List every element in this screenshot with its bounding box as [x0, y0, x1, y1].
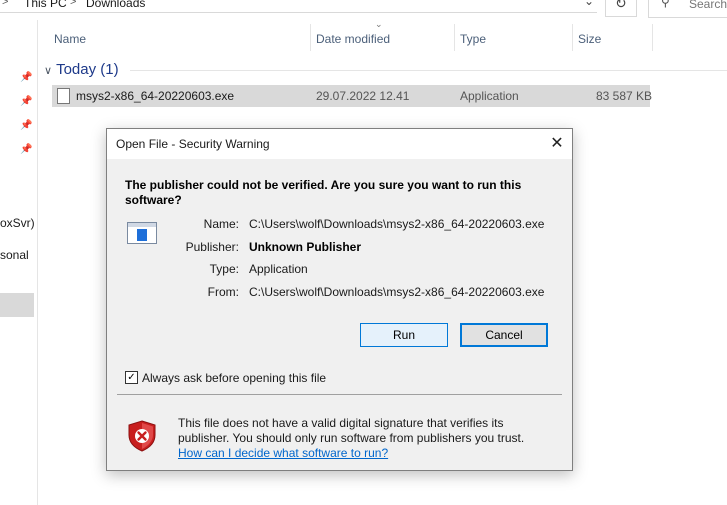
field-label-publisher: Publisher: [185, 240, 239, 254]
file-size: 83 587 KB [596, 89, 653, 103]
breadcrumb-separator: > [70, 0, 77, 8]
file-name: msys2-x86_64-20220603.exe [76, 89, 235, 103]
file-icon [57, 88, 70, 104]
always-ask-label[interactable]: Always ask before opening this file [142, 371, 326, 385]
group-header-today[interactable]: ∨ Today (1) [44, 61, 119, 78]
refresh-icon: ↻ [615, 0, 627, 11]
field-label-name: Name: [203, 217, 239, 231]
field-value-from: C:\Users\wolf\Downloads\msys2-x86_64-202… [249, 285, 545, 299]
file-type: Application [460, 89, 519, 103]
nav-item[interactable]: oxSvr) [0, 216, 35, 230]
group-divider [130, 70, 727, 71]
security-warning-dialog: Open File - Security Warning ✕ The publi… [106, 128, 573, 471]
breadcrumb-downloads[interactable]: Downloads [86, 0, 145, 10]
search-box[interactable]: ⚲ Search [648, 0, 727, 18]
file-date: 29.07.2022 12.41 [316, 89, 410, 103]
column-header-name[interactable]: Name [48, 24, 310, 52]
warning-text: This file does not have a valid digital … [178, 416, 525, 445]
cancel-button[interactable]: Cancel [460, 323, 548, 347]
field-value-type: Application [249, 262, 308, 276]
group-label: Today (1) [56, 61, 119, 78]
help-link[interactable]: How can I decide what software to run? [178, 446, 388, 460]
pin-icon: 📌 [20, 72, 33, 83]
refresh-button[interactable]: ↻ [605, 0, 637, 17]
column-header-date[interactable]: Date modified [310, 24, 454, 52]
shield-error-icon [127, 420, 157, 452]
column-divider[interactable] [652, 24, 653, 51]
column-header-type[interactable]: Type [454, 24, 572, 52]
close-icon[interactable]: ✕ [542, 129, 572, 159]
search-icon: ⚲ [661, 0, 670, 9]
dialog-title: Open File - Security Warning [116, 137, 270, 151]
address-bar[interactable]: > This PC > Downloads ⌄ [0, 0, 597, 13]
field-label-from: From: [207, 285, 239, 299]
column-header-size[interactable]: Size [572, 24, 652, 52]
chevron-down-icon[interactable]: ⌄ [584, 0, 594, 8]
file-row[interactable]: msys2-x86_64-20220603.exe 29.07.2022 12.… [52, 85, 653, 107]
always-ask-checkbox[interactable]: ✓ [125, 371, 138, 384]
run-button[interactable]: Run [360, 323, 448, 347]
search-placeholder: Search [689, 0, 727, 11]
navigation-pane: 📌 📌 📌 📌 oxSvr) sonal [0, 20, 38, 505]
field-value-publisher: Unknown Publisher [249, 240, 362, 254]
pin-icon: 📌 [20, 96, 33, 107]
nav-item-selected[interactable] [0, 293, 34, 317]
pin-icon: 📌 [20, 144, 33, 155]
chevron-down-icon: ∨ [44, 65, 53, 77]
field-label-type: Type: [209, 262, 239, 276]
breadcrumb-separator: > [2, 0, 9, 8]
dialog-question: The publisher could not be verified. Are… [125, 178, 522, 207]
dialog-titlebar[interactable]: Open File - Security Warning ✕ [107, 129, 572, 159]
nav-item[interactable]: sonal [0, 248, 29, 262]
breadcrumb-this-pc[interactable]: This PC [24, 0, 67, 10]
pin-icon: 📌 [20, 120, 33, 131]
dialog-divider [117, 394, 562, 395]
field-value-name: C:\Users\wolf\Downloads\msys2-x86_64-202… [249, 217, 545, 231]
